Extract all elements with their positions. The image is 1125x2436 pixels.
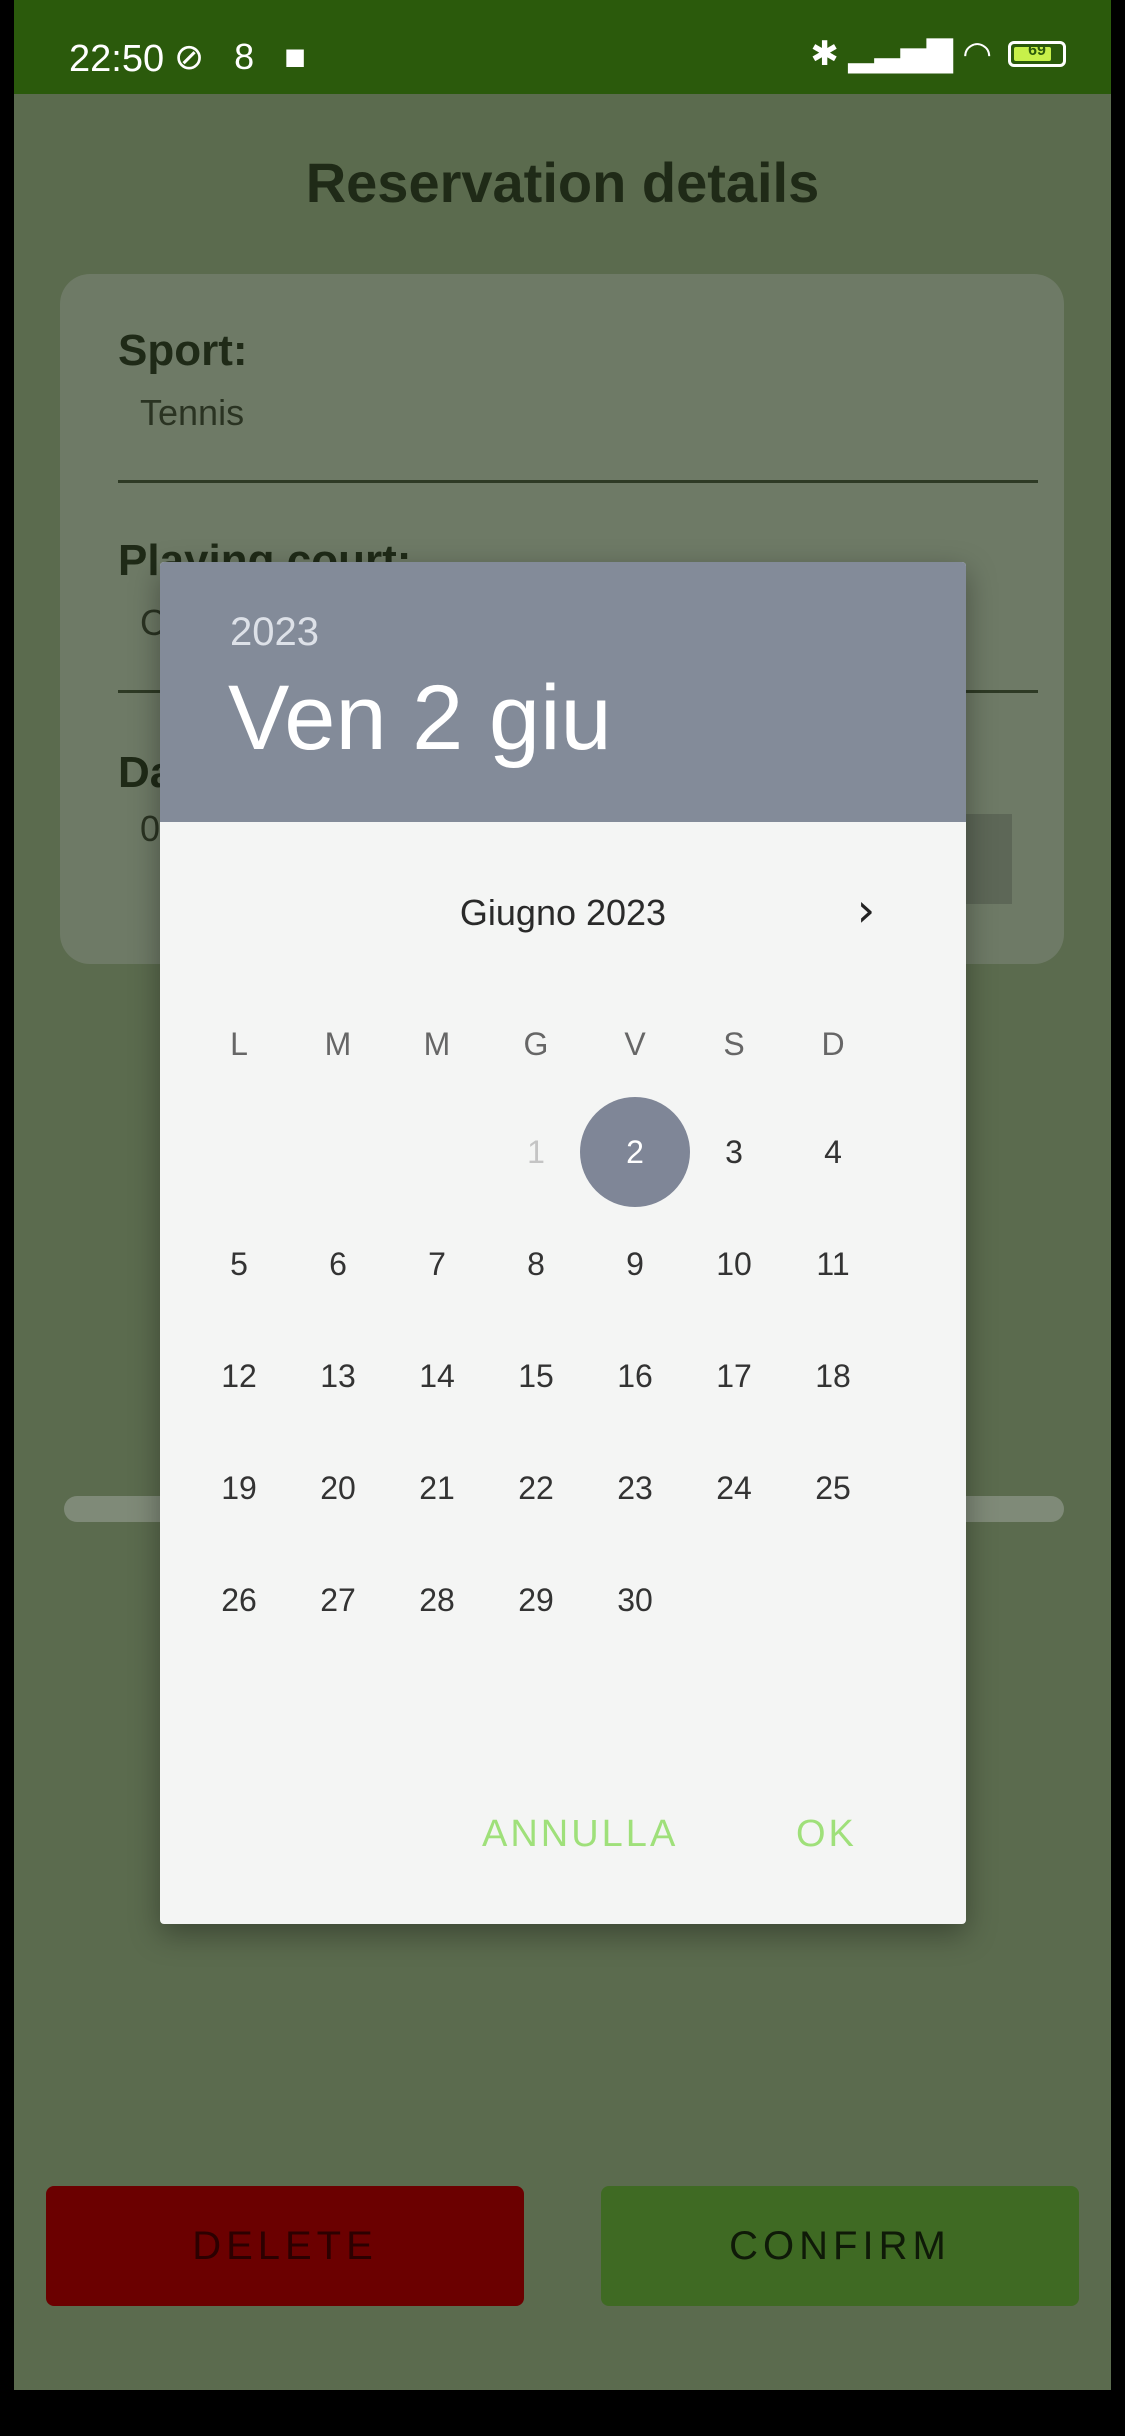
selected-date-label: Ven 2 giu (228, 667, 612, 769)
ok-button[interactable]: OK (790, 1812, 863, 1857)
calendar-day[interactable]: 28 (392, 1555, 482, 1645)
calendar-day[interactable]: 26 (194, 1555, 284, 1645)
calendar-day[interactable]: 24 (689, 1443, 779, 1533)
battery-level: 69 (1028, 42, 1046, 59)
calendar-day: 1 (491, 1107, 581, 1197)
calendar-day[interactable]: 25 (788, 1443, 878, 1533)
weekday-label: S (723, 1026, 745, 1062)
calendar-day[interactable]: 27 (293, 1555, 383, 1645)
calendar-day[interactable]: 16 (590, 1331, 680, 1421)
calendar-day[interactable]: 9 (590, 1219, 680, 1309)
date-picker-dialog: 2023 Ven 2 giu Giugno 2023 › LMMGVSD 123… (160, 562, 966, 1924)
battery-icon: 69 (1008, 41, 1066, 67)
calendar-day[interactable]: 21 (392, 1443, 482, 1533)
calendar-day[interactable]: 11 (788, 1219, 878, 1309)
sport-label: Sport: (118, 326, 248, 375)
weekday-label: G (523, 1026, 549, 1062)
status-bar: 22:50 ⊘ 8 ■ ✱ ▂▃▅▇ ◠ 69 (14, 0, 1111, 94)
calendar-day[interactable]: 14 (392, 1331, 482, 1421)
sport-value[interactable]: Tennis (140, 392, 244, 434)
chevron-right-icon[interactable]: › (836, 880, 896, 940)
calendar-day[interactable]: 7 (392, 1219, 482, 1309)
cancel-button[interactable]: ANNULLA (476, 1812, 684, 1857)
calendar-day[interactable]: 5 (194, 1219, 284, 1309)
calendar-day[interactable]: 23 (590, 1443, 680, 1533)
calendar-day[interactable]: 6 (293, 1219, 383, 1309)
calendar-day[interactable]: 8 (491, 1219, 581, 1309)
status-left-icons: ⊘ 8 ■ (174, 36, 316, 77)
calendar-day[interactable]: 13 (293, 1331, 383, 1421)
status-time: 22:50 (69, 38, 165, 80)
calendar-day[interactable]: 10 (689, 1219, 779, 1309)
delete-button[interactable]: DELETE (46, 2186, 524, 2306)
calendar-day[interactable]: 17 (689, 1331, 779, 1421)
confirm-button[interactable]: CONFIRM (601, 2186, 1079, 2306)
year-label[interactable]: 2023 (230, 610, 319, 655)
page-title: Reservation details (305, 151, 820, 214)
calendar-day[interactable]: 20 (293, 1443, 383, 1533)
calendar-day[interactable]: 15 (491, 1331, 581, 1421)
weekday-label: D (821, 1026, 845, 1062)
divider (118, 480, 1038, 483)
weekday-label: V (624, 1026, 646, 1062)
weekday-label: L (230, 1026, 248, 1062)
status-right-icons: ✱ ▂▃▅▇ ◠ 69 (810, 34, 1066, 74)
calendar-day[interactable]: 18 (788, 1331, 878, 1421)
weekday-label: M (423, 1026, 451, 1062)
calendar-day[interactable]: 29 (491, 1555, 581, 1645)
calendar-day[interactable]: 30 (590, 1555, 680, 1645)
date-value[interactable]: 0 (140, 808, 160, 850)
calendar-day[interactable]: 2 (580, 1097, 690, 1207)
signal-icons: ✱ ▂▃▅▇ ◠ (810, 35, 992, 73)
phone-frame: 22:50 ⊘ 8 ■ ✱ ▂▃▅▇ ◠ 69 Reservation deta… (0, 0, 1125, 2436)
screen: 22:50 ⊘ 8 ■ ✱ ▂▃▅▇ ◠ 69 Reservation deta… (14, 0, 1111, 2390)
calendar-day[interactable]: 3 (689, 1107, 779, 1197)
dialog-header: 2023 Ven 2 giu (160, 562, 966, 822)
weekday-label: M (324, 1026, 352, 1062)
calendar-day[interactable]: 4 (788, 1107, 878, 1197)
calendar-day[interactable]: 22 (491, 1443, 581, 1533)
calendar-day[interactable]: 12 (194, 1331, 284, 1421)
calendar-day[interactable]: 19 (194, 1443, 284, 1533)
